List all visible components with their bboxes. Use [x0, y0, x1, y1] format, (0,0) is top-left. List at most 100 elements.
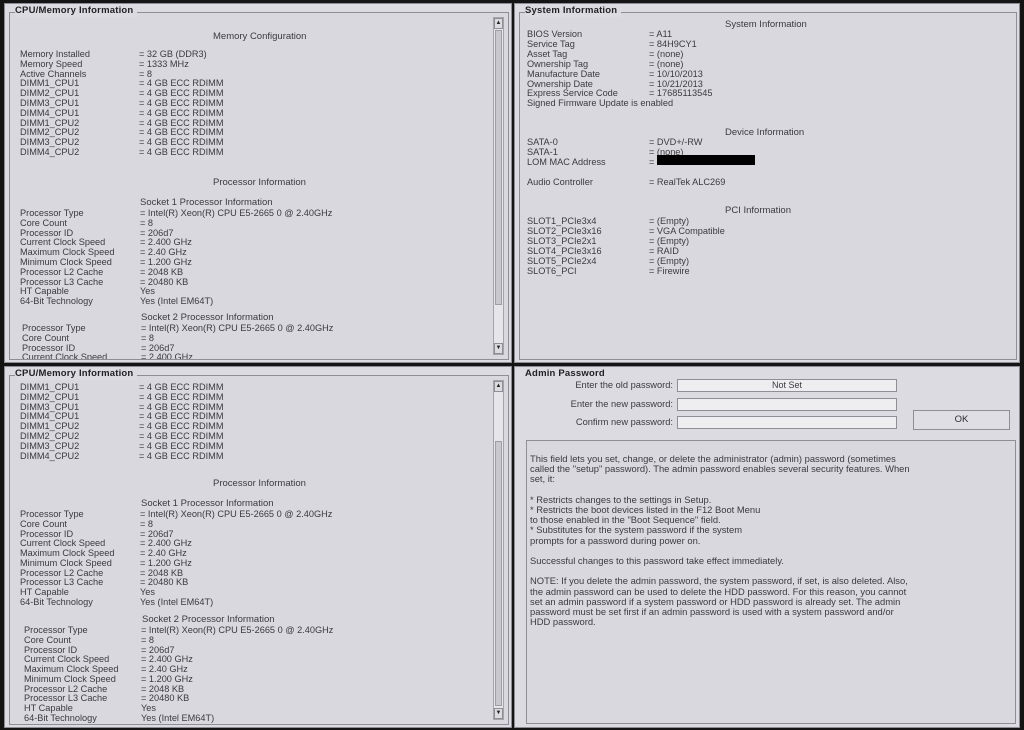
info-value: = 2.400 GHz [141, 352, 193, 359]
info-label: Processor L2 Cache [20, 567, 104, 578]
info-value: = 4 GB ECC RDIMM [139, 88, 224, 99]
info-row: SLOT2_PCIe3x16 = VGA Compatible [527, 226, 987, 236]
info-label: DIMM2_CPU1 [20, 88, 80, 99]
info-label: Processor L3 Cache [20, 577, 104, 588]
info-row: Processor L2 Cache = 2048 KB [20, 568, 480, 578]
scroll-up-arrow-icon[interactable]: ▲ [494, 18, 503, 29]
info-label: DIMM1_CPU1 [20, 78, 80, 89]
info-value: = 1.200 GHz [141, 673, 193, 684]
cpu-memory-content[interactable]: Memory Configuration Memory Installed = 32… [10, 13, 508, 359]
info-row: Processor ID = 206d7 [22, 343, 482, 353]
info-value: = 2048 KB [141, 683, 185, 694]
info-label: Processor L3 Cache [20, 276, 104, 287]
info-label: DIMM1_CPU2 [20, 421, 80, 432]
cpu-memory-frame: DIMM1_CPU1 = 4 GB ECC RDIMM DIMM2_CPU1 = 4 … [9, 375, 509, 725]
cpu-memory-content[interactable]: DIMM1_CPU1 = 4 GB ECC RDIMM DIMM2_CPU1 = 4 … [10, 376, 508, 724]
info-value: = 206d7 [140, 227, 174, 238]
scrollbar[interactable]: ▲ ▼ [493, 17, 504, 355]
info-row: Processor ID = 206d7 [20, 228, 480, 238]
info-value: = 1.200 GHz [140, 257, 192, 267]
info-row: Processor ID = 206d7 [20, 529, 480, 539]
confirm-password-label: Confirm new password: [575, 417, 673, 427]
info-label: DIMM4_CPU1 [20, 107, 80, 118]
info-row: Express Service Code = 17685113545 [527, 88, 987, 98]
ok-button[interactable]: OK [913, 410, 1010, 430]
info-label: 64-Bit Technology [20, 596, 93, 607]
info-row: HT Capable Yes [24, 703, 484, 713]
info-value: = (Empty) [649, 235, 690, 246]
info-row: SLOT6_PCI = Firewire [527, 266, 987, 276]
redacted-mac-address [657, 155, 755, 165]
info-label: LOM MAC Address [527, 156, 606, 167]
info-value: = (Empty) [649, 216, 690, 226]
info-row: Core Count = 8 [20, 519, 480, 529]
info-value: = 1.200 GHz [140, 557, 192, 568]
info-value: = (none) [649, 58, 684, 69]
info-label: Active Channels [20, 68, 87, 79]
info-row: DIMM1_CPU1 = 4 GB ECC RDIMM [20, 382, 480, 392]
info-row: DIMM1_CPU2 = 4 GB ECC RDIMM [20, 118, 480, 128]
info-label: Manufacture Date [527, 68, 601, 79]
new-password-field[interactable] [677, 398, 897, 411]
scroll-down-arrow-icon[interactable]: ▼ [494, 343, 503, 354]
info-value: = Firewire [649, 265, 690, 276]
info-label: DIMM3_CPU1 [20, 98, 80, 108]
section-heading: Socket 1 Processor Information [140, 197, 273, 208]
info-row: Audio Controller = RealTek ALC269 [527, 177, 987, 187]
scroll-thumb[interactable] [495, 30, 502, 305]
scroll-thumb[interactable] [495, 441, 502, 706]
info-row: DIMM3_CPU2 = 4 GB ECC RDIMM [20, 441, 480, 451]
scrollbar[interactable]: ▲ ▼ [493, 380, 504, 720]
info-label: Ownership Date [527, 78, 593, 89]
confirm-password-field[interactable] [677, 416, 897, 429]
info-value: = 2048 KB [140, 567, 184, 578]
info-row: Current Clock Speed = 2.400 GHz [22, 352, 482, 359]
info-value: = 4 GB ECC RDIMM [139, 107, 224, 118]
info-row: DIMM4_CPU2 = 4 GB ECC RDIMM [20, 147, 480, 157]
info-label: DIMM4_CPU2 [20, 450, 80, 461]
info-label: Service Tag [527, 38, 575, 49]
info-row: Current Clock Speed = 2.400 GHz [24, 654, 484, 664]
info-value: = 4 GB ECC RDIMM [139, 391, 224, 402]
scroll-down-arrow-icon[interactable]: ▼ [494, 708, 503, 719]
info-value: = 8 [140, 518, 154, 529]
info-value: = 20480 KB [140, 577, 189, 588]
info-value: = Intel(R) Xeon(R) CPU E5-2665 0 @ 2.40G… [140, 509, 333, 519]
info-row: Core Count = 8 [20, 218, 480, 228]
info-label: DIMM2_CPU2 [20, 431, 80, 441]
signed-firmware-status: Signed Firmware Update is enabled [527, 98, 674, 109]
info-value: = Intel(R) Xeon(R) CPU E5-2665 0 @ 2.40G… [140, 208, 333, 218]
info-label: Processor ID [20, 528, 74, 539]
info-label: SLOT6_PCI [527, 265, 577, 276]
info-row: SLOT1_PCIe3x4 = (Empty) [527, 216, 987, 226]
info-row: Active Channels = 8 [20, 69, 480, 79]
help-text-frame: This field lets you set, change, or dele… [526, 440, 1016, 724]
info-value: = 2.40 GHz [140, 247, 187, 258]
info-value: = [649, 156, 655, 167]
info-value: Yes [140, 587, 155, 597]
info-row: HT Capable Yes [20, 587, 480, 597]
info-row: Core Count = 8 [24, 635, 484, 645]
scroll-up-arrow-icon[interactable]: ▲ [494, 381, 503, 392]
info-label: DIMM4_CPU2 [20, 147, 80, 157]
help-text-line: called the "setup" password). The admin … [530, 463, 910, 475]
info-label: Minimum Clock Speed [20, 257, 112, 267]
info-label: Processor L3 Cache [24, 693, 108, 704]
info-value: = Intel(R) Xeon(R) CPU E5-2665 0 @ 2.40G… [141, 323, 334, 333]
help-text-content: This field lets you set, change, or dele… [527, 441, 1015, 723]
info-row: BIOS Version = A11 [527, 29, 987, 39]
info-row: DIMM4_CPU1 = 4 GB ECC RDIMM [20, 411, 480, 421]
info-label: Minimum Clock Speed [20, 557, 112, 568]
info-value: = 20480 KB [140, 276, 189, 287]
info-value: = 20480 KB [141, 693, 190, 704]
info-value: = 32 GB (DDR3) [139, 49, 207, 59]
info-value: = 1333 MHz [139, 58, 189, 69]
info-label: Maximum Clock Speed [20, 247, 115, 258]
section-heading: Socket 2 Processor Information [142, 614, 275, 625]
info-row: Processor L2 Cache = 2048 KB [24, 684, 484, 694]
info-row: Processor Type = Intel(R) Xeon(R) CPU E5-… [24, 625, 484, 635]
info-label: HT Capable [24, 703, 73, 713]
section-heading: Processor Information [213, 478, 306, 489]
section-heading: Socket 1 Processor Information [141, 498, 274, 509]
info-value: = 4 GB ECC RDIMM [139, 440, 224, 451]
